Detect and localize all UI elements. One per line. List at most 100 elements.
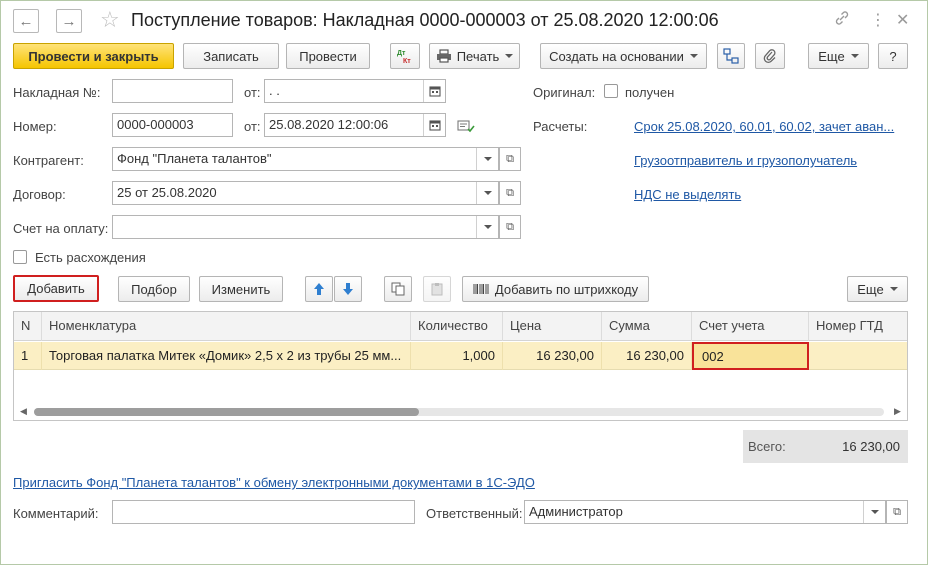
discrepancies-checkbox[interactable] (13, 250, 27, 264)
open-form-icon: ⧉ (506, 152, 514, 165)
more-label: Еще (818, 48, 845, 64)
totals-panel: Всего: 16 230,00 (743, 430, 908, 463)
structure-button[interactable] (717, 43, 745, 69)
column-header-price[interactable]: Цена (503, 312, 602, 341)
add-button[interactable]: Добавить (13, 275, 99, 302)
scroll-left-icon[interactable]: ◀ (20, 406, 27, 417)
more-vertical-icon[interactable]: ⋮ (870, 10, 886, 30)
edit-document-icon[interactable] (457, 119, 475, 136)
cell-sum[interactable]: 16 230,00 (602, 342, 692, 370)
chevron-down-icon (505, 54, 514, 58)
print-label: Печать (456, 48, 500, 64)
responsible-label: Ответственный: (426, 506, 523, 521)
forward-button[interactable]: → (56, 9, 82, 33)
column-header-qty[interactable]: Количество (411, 312, 503, 341)
comment-field[interactable] (112, 500, 415, 524)
arrow-left-icon: ← (18, 12, 34, 30)
invoice-no-field[interactable] (112, 79, 233, 103)
cell-price[interactable]: 16 230,00 (503, 342, 602, 370)
dt-kt-icon: Дт Кт (397, 50, 411, 65)
back-button[interactable]: ← (13, 9, 39, 33)
open-form-icon: ⧉ (506, 220, 514, 233)
column-header-item[interactable]: Номенклатура (42, 312, 411, 341)
counterparty-label: Контрагент: (13, 153, 84, 168)
vat-link[interactable]: НДС не выделять (634, 187, 741, 202)
received-checkbox[interactable] (604, 84, 618, 98)
invoice-no-label: Накладная №: (13, 85, 101, 100)
barcode-icon (473, 284, 489, 294)
number-label: Номер: (13, 119, 57, 134)
column-header-gtd[interactable]: Номер ГТД (809, 312, 907, 341)
date-field[interactable]: 25.08.2020 12:00:06 (264, 113, 446, 137)
cell-account[interactable]: 002 (692, 342, 809, 370)
copy-row-button[interactable] (384, 276, 412, 302)
settlements-link[interactable]: Срок 25.08.2020, 60.01, 60.02, зачет ава… (634, 119, 894, 134)
table-more-label: Еще (857, 281, 884, 297)
open-payment-invoice-button[interactable]: ⧉ (499, 215, 521, 239)
calendar-icon[interactable] (423, 114, 445, 136)
contract-field[interactable]: 25 от 25.08.2020 (112, 181, 499, 205)
discrepancies-label: Есть расхождения (35, 250, 146, 265)
svg-text:Дт: Дт (397, 50, 406, 57)
star-icon[interactable]: ☆ (100, 7, 120, 33)
pick-button[interactable]: Подбор (118, 276, 190, 302)
payment-invoice-field[interactable] (112, 215, 499, 239)
paste-icon (431, 283, 443, 296)
structure-icon (723, 48, 739, 64)
edo-invite-link[interactable]: Пригласить Фонд "Планета талантов" к обм… (13, 475, 535, 490)
counterparty-value: Фонд "Планета талантов" (117, 151, 272, 166)
chevron-down-icon[interactable] (863, 501, 885, 523)
number-field[interactable]: 0000-000003 (112, 113, 233, 137)
print-button[interactable]: Печать (429, 43, 520, 69)
column-header-account[interactable]: Счет учета (692, 312, 809, 341)
invoice-date-value: . . (269, 83, 280, 98)
open-form-icon: ⧉ (893, 505, 901, 518)
open-responsible-button[interactable]: ⧉ (886, 500, 908, 524)
shipper-link[interactable]: Грузоотправитель и грузополучатель (634, 153, 857, 168)
counterparty-field[interactable]: Фонд "Планета талантов" (112, 147, 499, 171)
chevron-down-icon[interactable] (476, 216, 498, 238)
post-and-close-button[interactable]: Провести и закрыть (13, 43, 174, 69)
change-button[interactable]: Изменить (199, 276, 283, 302)
scroll-right-icon[interactable]: ▶ (894, 406, 901, 417)
move-up-button[interactable] (305, 276, 333, 302)
cell-gtd[interactable] (809, 342, 907, 370)
attachments-button[interactable] (755, 43, 785, 69)
date-value: 25.08.2020 12:00:06 (269, 117, 389, 132)
cell-n[interactable]: 1 (14, 342, 42, 370)
invoice-date-label: от: (244, 85, 261, 100)
paste-row-button[interactable] (423, 276, 451, 302)
table-more-button[interactable]: Еще (847, 276, 908, 302)
responsible-field[interactable]: Администратор (524, 500, 886, 524)
svg-text:Кт: Кт (403, 58, 411, 65)
dt-kt-button[interactable]: Дт Кт (390, 43, 420, 69)
create-based-on-label: Создать на основании (549, 48, 684, 64)
table-row[interactable]: 1 Торговая палатка Митек «Домик» 2,5 х 2… (14, 342, 907, 370)
calendar-icon[interactable] (423, 80, 445, 102)
open-counterparty-button[interactable]: ⧉ (499, 147, 521, 171)
horizontal-scrollbar[interactable] (34, 408, 884, 416)
column-header-n[interactable]: N (14, 312, 42, 341)
contract-label: Договор: (13, 187, 66, 202)
cell-qty[interactable]: 1,000 (411, 342, 503, 370)
column-header-sum[interactable]: Сумма (602, 312, 692, 341)
move-down-button[interactable] (334, 276, 362, 302)
open-form-icon: ⧉ (506, 186, 514, 199)
save-button[interactable]: Записать (183, 43, 279, 69)
chevron-down-icon (689, 54, 698, 58)
close-icon[interactable]: ✕ (896, 10, 909, 30)
post-button[interactable]: Провести (286, 43, 370, 69)
chevron-down-icon (850, 54, 859, 58)
total-label: Всего: (748, 439, 786, 454)
chevron-down-icon[interactable] (476, 148, 498, 170)
open-contract-button[interactable]: ⧉ (499, 181, 521, 205)
add-by-barcode-button[interactable]: Добавить по штрихкоду (462, 276, 649, 302)
help-button[interactable]: ? (878, 43, 908, 69)
invoice-date-field[interactable]: . . (264, 79, 446, 103)
link-icon[interactable] (834, 10, 850, 30)
create-based-on-button[interactable]: Создать на основании (540, 43, 707, 69)
more-button[interactable]: Еще (808, 43, 869, 69)
scrollbar-thumb[interactable] (34, 408, 419, 416)
chevron-down-icon[interactable] (476, 182, 498, 204)
cell-item[interactable]: Торговая палатка Митек «Домик» 2,5 х 2 и… (42, 342, 411, 370)
